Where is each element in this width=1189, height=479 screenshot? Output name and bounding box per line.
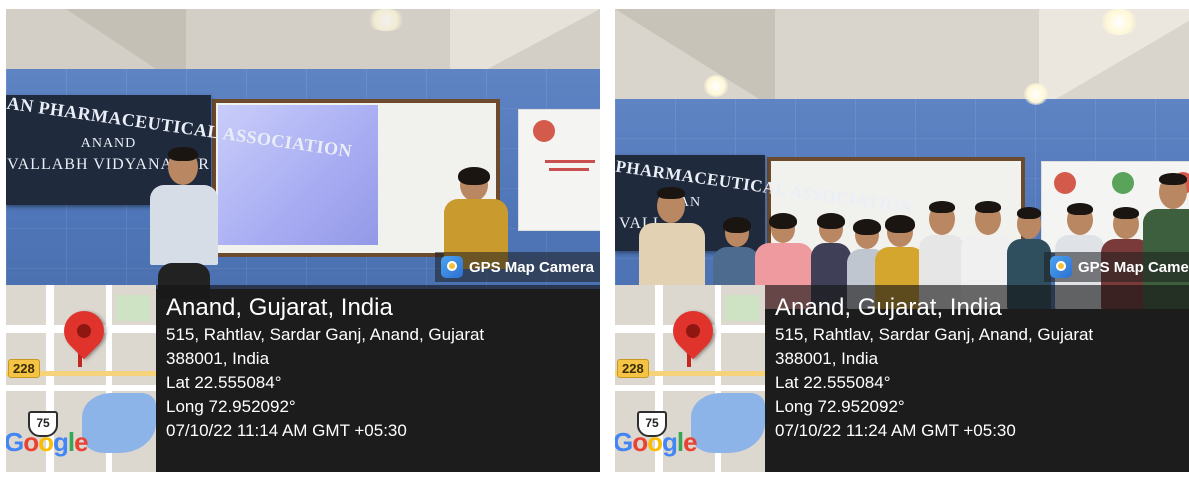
location-details: Anand, Gujarat, India 515, Rahtlav, Sard… bbox=[166, 293, 484, 443]
gps-map-camera-badge: GPS Map Camera bbox=[1043, 252, 1189, 282]
place-name: Anand, Gujarat, India bbox=[166, 294, 393, 321]
latitude: Lat 22.555084° bbox=[775, 373, 891, 392]
gps-camera-icon bbox=[440, 256, 463, 278]
map-water bbox=[82, 393, 156, 453]
poster bbox=[518, 109, 600, 231]
longitude: Long 72.952092° bbox=[775, 397, 905, 416]
location-details: Anand, Gujarat, India 515, Rahtlav, Sard… bbox=[775, 293, 1093, 443]
photo-seminar: AN PHARMACEUTICAL ASSOCIATION ANAND VALL… bbox=[6, 9, 600, 472]
location-info-strip: 228 75 Google Anand, Gujarat, India 515,… bbox=[6, 285, 600, 472]
address-line-2: 388001, India bbox=[166, 349, 270, 368]
person-presenter-male bbox=[144, 147, 224, 299]
address-line-1: 515, Rahtlav, Sardar Ganj, Anand, Gujara… bbox=[775, 325, 1094, 344]
ceiling-light bbox=[1099, 9, 1139, 35]
address-line-1: 515, Rahtlav, Sardar Ganj, Anand, Gujara… bbox=[166, 325, 485, 344]
gps-map-camera-badge: GPS Map Camera bbox=[434, 252, 600, 282]
google-logo: Google bbox=[615, 427, 698, 457]
latitude: Lat 22.555084° bbox=[166, 373, 282, 392]
photo-group: PHARMACEUTICAL ASSOCIATION AN VALL GPS M… bbox=[615, 9, 1189, 472]
route-228-shield: 228 bbox=[617, 359, 649, 378]
mini-map: 228 75 Google bbox=[615, 285, 765, 472]
longitude: Long 72.952092° bbox=[166, 397, 296, 416]
route-228-shield: 228 bbox=[8, 359, 40, 378]
timestamp: 07/10/22 11:24 AM GMT +05:30 bbox=[775, 421, 1016, 440]
ceiling-light bbox=[703, 75, 729, 97]
ceiling-light bbox=[366, 9, 406, 31]
location-info-strip: 228 75 Google Anand, Gujarat, India 515,… bbox=[615, 285, 1189, 472]
banner-line-1: AN PHARMACEUTICAL ASSOCIATION bbox=[6, 92, 354, 162]
google-logo: Google bbox=[6, 427, 89, 457]
timestamp: 07/10/22 11:14 AM GMT +05:30 bbox=[166, 421, 407, 440]
map-water bbox=[691, 393, 765, 453]
mini-map: 228 75 Google bbox=[6, 285, 156, 472]
gps-camera-icon bbox=[1049, 256, 1072, 278]
badge-label: GPS Map Camera bbox=[1077, 258, 1189, 276]
place-name: Anand, Gujarat, India bbox=[775, 294, 1002, 321]
ceiling-light bbox=[1023, 83, 1049, 105]
address-line-2: 388001, India bbox=[775, 349, 879, 368]
badge-label: GPS Map Camera bbox=[468, 258, 594, 276]
